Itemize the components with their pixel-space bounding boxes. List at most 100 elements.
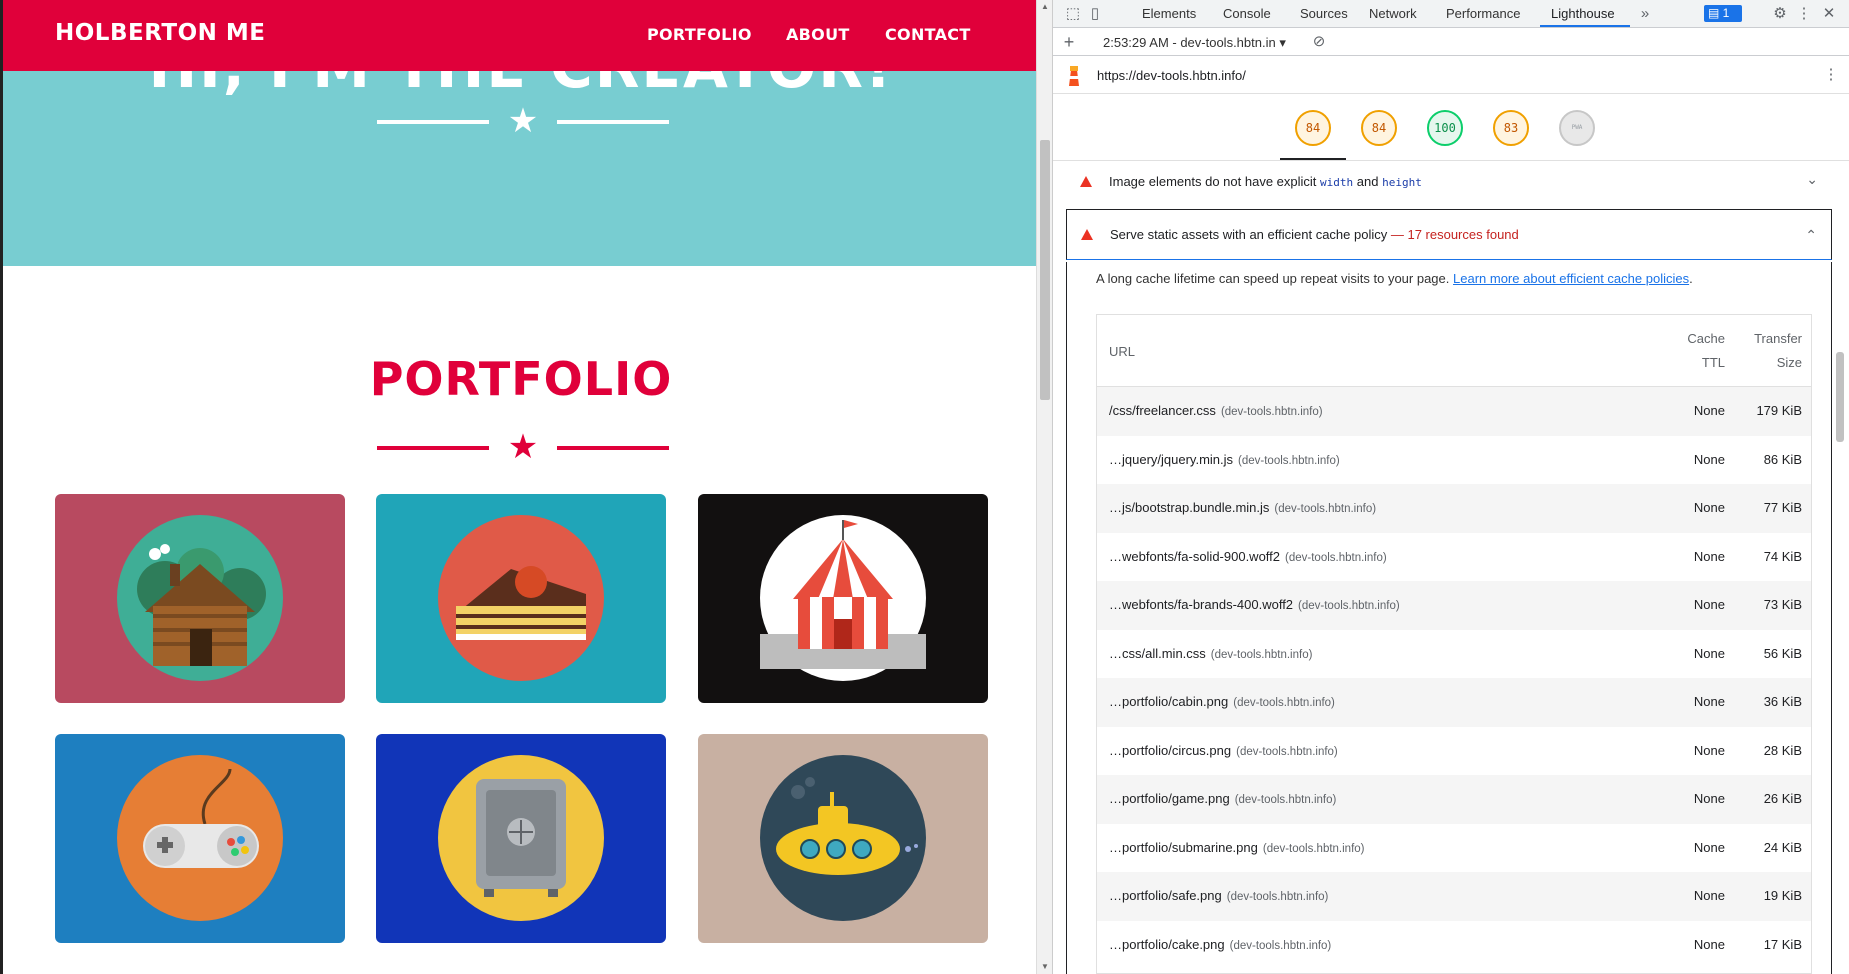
resource-transfer-size: 24 KiB [1763,839,1802,855]
table-row[interactable]: …js/bootstrap.bundle.min.js (dev-tools.hb… [1097,484,1811,533]
resource-cache-ttl: None [1693,694,1725,709]
clear-reports-icon[interactable]: ⊘ [1309,32,1329,52]
submarine-icon [760,755,926,921]
portfolio-item-circus[interactable] [698,494,988,703]
audit-image-dimensions[interactable]: Image elements do not have explicit widt… [1066,157,1832,208]
issues-badge[interactable]: ▤ 1 [1704,5,1742,22]
resource-cache-ttl: None [1693,791,1725,806]
tab-performance[interactable]: Performance [1446,6,1520,21]
portfolio-item-safe[interactable] [376,734,666,943]
nav-contact-link[interactable]: CONTACT [885,25,971,44]
table-row[interactable]: …portfolio/circus.png (dev-tools.hbtn.inf… [1097,727,1811,776]
score-gauge-seo[interactable]: 83 [1492,109,1530,147]
table-row[interactable]: /css/freelancer.css (dev-tools.hbtn.info)… [1097,387,1811,436]
report-menu-icon[interactable]: ⋮ [1821,65,1841,85]
devtools-scrollbar[interactable] [1833,340,1847,974]
resource-cache-ttl: None [1693,742,1725,758]
tab-console[interactable]: Console [1223,6,1271,21]
lighthouse-toolbar: + 2:53:29 AM - dev-tools.hbtn.in ▾ ⊘ [1053,29,1849,56]
page-scrollbar-thumb[interactable] [1040,140,1050,400]
column-header-cache-ttl[interactable]: Cache TTL [1657,327,1725,375]
kebab-menu-icon[interactable]: ⋮ [1794,4,1814,24]
column-header-url[interactable]: URL [1109,340,1135,364]
nav-about-link[interactable]: ABOUT [786,25,850,44]
table-row[interactable]: …portfolio/game.png (dev-tools.hbtn.info)… [1097,775,1811,824]
nav-portfolio-link[interactable]: PORTFOLIO [647,25,752,44]
settings-gear-icon[interactable]: ⚙ [1770,4,1790,24]
resource-url[interactable]: …webfonts/fa-solid-900.woff2 (dev-tools.h… [1109,549,1387,564]
new-report-plus-icon[interactable]: + [1059,32,1079,52]
resource-host: (dev-tools.hbtn.info) [1274,503,1377,515]
devtools-scrollbar-thumb[interactable] [1836,352,1844,442]
column-header-transfer-size[interactable]: Transfer Size [1737,327,1802,375]
circus-tent-icon [760,515,926,681]
tab-lighthouse[interactable]: Lighthouse [1551,6,1615,21]
portfolio-item-submarine[interactable] [698,734,988,943]
resource-url[interactable]: …portfolio/cake.png (dev-tools.hbtn.info) [1109,937,1331,952]
star-icon: ★ [507,428,539,466]
resource-url[interactable]: …portfolio/circus.png (dev-tools.hbtn.inf… [1109,743,1338,758]
portfolio-item-game[interactable] [55,734,345,943]
portfolio-divider: ★ [377,427,669,467]
gauge-score: PWA [1571,124,1583,131]
score-gauge-accessibility[interactable]: 84 [1360,109,1398,147]
resource-transfer-size: 36 KiB [1763,694,1802,709]
more-tabs-chevron-icon[interactable]: » [1635,4,1655,24]
scroll-up-arrow-icon[interactable]: ▲ [1040,2,1050,12]
resource-url[interactable]: …css/all.min.css (dev-tools.hbtn.info) [1109,646,1312,661]
table-row[interactable]: …portfolio/safe.png (dev-tools.hbtn.info)… [1097,872,1811,921]
scroll-down-arrow-icon[interactable]: ▼ [1040,962,1050,972]
table-row[interactable]: …portfolio/submarine.png (dev-tools.hbtn.… [1097,824,1811,873]
devtools-tabbar: ⬚ ▯ Elements Console Sources Network Per… [1053,0,1849,28]
resource-url[interactable]: …portfolio/safe.png (dev-tools.hbtn.info) [1109,888,1328,903]
score-gauge-pwa[interactable]: PWA [1558,109,1596,147]
resource-url[interactable]: /css/freelancer.css (dev-tools.hbtn.info) [1109,403,1323,418]
audit-description: A long cache lifetime can speed up repea… [1096,271,1693,286]
learn-more-link[interactable]: Learn more about efficient cache policie… [1453,271,1689,286]
resource-transfer-size: 26 KiB [1763,791,1802,806]
report-selector[interactable]: 2:53:29 AM - dev-tools.hbtn.in ▾ [1103,35,1286,51]
close-icon[interactable]: ✕ [1819,4,1839,24]
resource-host: (dev-tools.hbtn.info) [1236,745,1338,758]
score-gauge-performance[interactable]: 84 [1294,109,1332,147]
resource-cache-ttl: None [1693,500,1725,515]
resource-cache-ttl: None [1693,645,1725,661]
site-brand[interactable]: HOLBERTON ME [55,20,265,46]
score-gauges: 84 84 100 83 PWA [1053,95,1849,161]
table-row[interactable]: …jquery/jquery.min.js (dev-tools.hbtn.inf… [1097,436,1811,485]
tab-sources[interactable]: Sources [1300,6,1348,21]
site-navbar: HOLBERTON ME PORTFOLIO ABOUT CONTACT [3,0,1036,71]
inspect-element-icon[interactable]: ⬚ [1063,4,1083,24]
score-gauge-best-practices[interactable]: 100 [1426,109,1464,147]
resource-url[interactable]: …portfolio/cabin.png (dev-tools.hbtn.info… [1109,694,1335,709]
device-toolbar-icon[interactable]: ▯ [1085,4,1105,24]
table-row[interactable]: …portfolio/cabin.png (dev-tools.hbtn.info… [1097,678,1811,727]
portfolio-item-cake[interactable] [376,494,666,703]
lighthouse-logo-icon [1069,66,1079,86]
gauge-score: 100 [1434,121,1456,135]
issues-count: 1 [1722,6,1730,20]
resource-url[interactable]: …jquery/jquery.min.js (dev-tools.hbtn.inf… [1109,452,1340,467]
cabin-icon [117,515,283,681]
resource-host: (dev-tools.hbtn.info) [1229,939,1332,952]
hero-divider: ★ [377,101,669,141]
website-viewport: HOLBERTON ME PORTFOLIO ABOUT CONTACT HI,… [0,0,1036,974]
resource-url[interactable]: …webfonts/fa-brands-400.woff2 (dev-tools.… [1109,597,1400,612]
table-row[interactable]: …webfonts/fa-brands-400.woff2 (dev-tools.… [1097,581,1811,630]
resource-url[interactable]: …portfolio/submarine.png (dev-tools.hbtn.… [1109,840,1365,855]
safe-icon [438,755,604,921]
tab-elements[interactable]: Elements [1142,6,1196,21]
resource-url[interactable]: …portfolio/game.png (dev-tools.hbtn.info) [1109,791,1336,806]
cake-icon [438,515,604,681]
portfolio-item-cabin[interactable] [55,494,345,703]
resource-url[interactable]: …js/bootstrap.bundle.min.js (dev-tools.hb… [1109,500,1376,515]
audit-cache-policy[interactable]: Serve static assets with an efficient ca… [1066,209,1832,260]
warning-triangle-icon [1080,176,1092,187]
report-url[interactable]: https://dev-tools.hbtn.info/ [1097,68,1246,83]
table-row[interactable]: …css/all.min.css (dev-tools.hbtn.info) Non… [1097,630,1811,679]
page-scrollbar[interactable]: ▲ ▼ [1036,0,1052,974]
resource-cache-ttl: None [1693,597,1725,612]
table-row[interactable]: …portfolio/cake.png (dev-tools.hbtn.info)… [1097,921,1811,970]
table-row[interactable]: …webfonts/fa-solid-900.woff2 (dev-tools.h… [1097,533,1811,582]
tab-network[interactable]: Network [1369,6,1417,21]
